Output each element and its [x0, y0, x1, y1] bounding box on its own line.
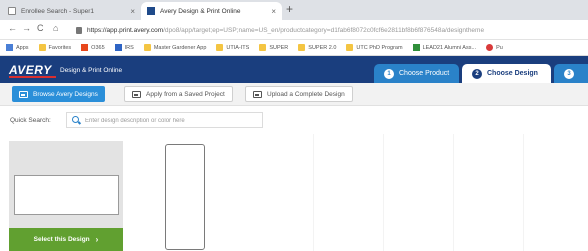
address-host: https://app.print.avery.com [87, 26, 164, 34]
chevron-right-icon: › [95, 235, 99, 244]
bookmark-label: Apps [16, 44, 29, 51]
bookmark-lead21[interactable]: LEAD21 Alumni Ass... [412, 44, 477, 51]
bookmark-label: LEAD21 Alumni Ass... [422, 44, 477, 51]
design-source-toolbar: Browse Avery Designs Apply from a Saved … [0, 83, 588, 106]
select-this-design-button[interactable]: Select this Design › [9, 228, 123, 251]
bookmark-o365[interactable]: O365 [81, 44, 105, 51]
folder-icon [38, 44, 46, 51]
bookmark-label: IRS [124, 44, 134, 51]
circle-icon [486, 44, 494, 51]
bookmark-label: SUPER [269, 44, 289, 51]
close-tab-icon[interactable]: × [271, 7, 276, 16]
back-icon[interactable]: ← [8, 23, 17, 33]
avery-logo[interactable]: AVERY [9, 63, 52, 77]
bookmark-label: UTC PhD Program [356, 44, 403, 51]
browser-tab-bar: Enrollee Search - Super1 × Avery Design … [0, 0, 588, 20]
button-label: Browse Avery Designs [33, 90, 98, 98]
avery-header: AVERY Design & Print Online 1 Choose Pro… [0, 56, 588, 83]
tab-title: Enrollee Search - Super1 [21, 7, 94, 15]
bookmark-favorites[interactable]: Favorites [38, 44, 72, 51]
bookmark-irs[interactable]: IRS [114, 44, 134, 51]
image-icon [132, 90, 141, 98]
folder-icon [143, 44, 151, 51]
grid-divider [453, 134, 454, 251]
step-number: 3 [564, 68, 574, 79]
bookmarks-bar: Apps Favorites O365 IRS Master Gardener … [0, 40, 588, 56]
lock-icon [76, 26, 82, 34]
close-tab-icon[interactable]: × [130, 7, 135, 16]
browser-tab-avery[interactable]: Avery Design & Print Online × [141, 2, 282, 20]
address-bar[interactable]: https://app.print.avery.com /dpo8/app/ta… [76, 23, 588, 37]
bookmark-label: SUPER 2.0 [308, 44, 337, 51]
design-preview [14, 175, 119, 215]
bookmark-apps[interactable]: Apps [6, 44, 29, 51]
step-label: Choose Product [399, 70, 450, 77]
button-label: Upload a Complete Design [267, 90, 345, 98]
bookmark-label: O365 [91, 44, 105, 51]
folder-icon [346, 44, 354, 51]
folder-icon [259, 44, 267, 51]
browse-avery-designs-button[interactable]: Browse Avery Designs [12, 86, 105, 102]
step-choose-product[interactable]: 1 Choose Product [374, 64, 459, 83]
reload-icon[interactable]: C [37, 23, 44, 33]
apply-saved-project-button[interactable]: Apply from a Saved Project [124, 86, 233, 102]
upload-complete-design-button[interactable]: Upload a Complete Design [245, 86, 353, 102]
button-label: Select this Design [33, 236, 90, 243]
bookmark-master-gardener[interactable]: Master Gardener App [143, 44, 207, 51]
irs-icon [114, 44, 122, 51]
avery-favicon-icon [147, 7, 155, 15]
brand-subtitle: Design & Print Online [60, 67, 123, 74]
bookmark-label: Pu [496, 44, 503, 51]
folder-icon [216, 44, 224, 51]
bookmark-utc-phd[interactable]: UTC PhD Program [346, 44, 403, 51]
image-icon [253, 90, 262, 98]
tab-title: Avery Design & Print Online [160, 7, 241, 15]
step-number: 1 [384, 68, 394, 79]
forward-icon[interactable]: → [22, 23, 31, 33]
new-tab-button[interactable]: + [286, 2, 293, 16]
step-choose-design[interactable]: 2 Choose Design [462, 64, 551, 83]
quick-search-row: Quick Search: [0, 107, 588, 134]
bookmark-label: Master Gardener App [153, 44, 207, 51]
step-number: 2 [472, 68, 482, 79]
home-icon[interactable]: ⌂ [53, 23, 58, 33]
office-icon [81, 44, 89, 51]
bookmark-super-2[interactable]: SUPER 2.0 [298, 44, 336, 51]
design-thumbnail[interactable] [165, 144, 205, 250]
search-icon[interactable] [72, 116, 79, 123]
browser-tab-enrollee-search[interactable]: Enrollee Search - Super1 × [2, 2, 141, 20]
grid-divider [383, 134, 384, 251]
step-three[interactable]: 3 [554, 64, 588, 83]
search-input[interactable] [85, 115, 260, 126]
bookmark-label: UTIA-ITS [226, 44, 250, 51]
quick-search-label: Quick Search: [10, 117, 51, 124]
leaf-icon [412, 44, 420, 51]
document-icon [8, 7, 16, 15]
address-row: ← → C ⌂ https://app.print.avery.com /dpo… [0, 20, 588, 40]
grid-divider [523, 134, 524, 251]
quick-search-box[interactable] [66, 112, 263, 128]
logo-underline [9, 76, 56, 78]
address-path: /dpo8/app/target;ep=USP;name=US_en/produ… [163, 26, 485, 34]
step-label: Choose Design [487, 70, 538, 77]
apps-grid-icon [6, 44, 13, 51]
bookmark-super[interactable]: SUPER [259, 44, 288, 51]
button-label: Apply from a Saved Project [146, 90, 225, 98]
grid-divider [313, 134, 314, 251]
bookmark-pu[interactable]: Pu [486, 44, 503, 51]
image-icon [19, 90, 28, 98]
design-preview-panel: Select this Design › [9, 141, 123, 251]
bookmark-utia-its[interactable]: UTIA-ITS [216, 44, 249, 51]
folder-icon [298, 44, 306, 51]
bookmark-label: Favorites [48, 44, 72, 51]
